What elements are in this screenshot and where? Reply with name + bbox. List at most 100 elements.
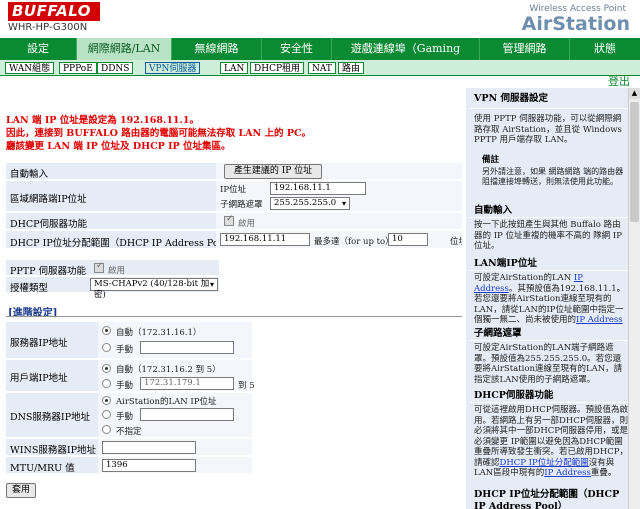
pptp-enable-checkbox[interactable]	[94, 261, 104, 273]
dhcp-range-label: DHCP IP位址分配範圍（DHCP IP Address Pool）	[10, 238, 237, 249]
wins-label: WINS服務器IP地址	[10, 445, 96, 456]
subtab-wan[interactable]: WAN組態	[5, 62, 55, 74]
lan-ip-input[interactable]: 192.168.11.1	[270, 182, 366, 195]
mtu-row: MTU/MRU 值 1396	[6, 457, 252, 474]
client-ip-row: 用戶端IP地址 自動（172.31.16.2 到 5） 手動 172.31.17…	[6, 360, 255, 392]
help-vpn-text: 使用 PPTP 伺服器功能，可以從網際網路存取 AirStation，並且從 W…	[474, 114, 622, 145]
dns-row: DNS服務器IP地址 AirStation的LAN IP位址 手動 不指定	[6, 393, 252, 438]
server-ip-auto-label: 自動（172.31.16.1）	[116, 328, 202, 338]
header: BUFFALO WHR-HP-G300N Wireless Access Poi…	[0, 0, 640, 38]
server-ip-manual-radio[interactable]	[102, 343, 111, 352]
ip-caption: IP位址	[220, 185, 247, 195]
auto-input-label: 自動輸入	[10, 169, 49, 180]
subtab-dhcp-lease[interactable]: DHCP租用	[250, 62, 305, 74]
dhcp-server-row: DHCP伺服器功能 啟用	[6, 213, 462, 230]
server-ip-input[interactable]	[140, 341, 234, 354]
client-ip-label: 用戶端IP地址	[10, 373, 68, 384]
divider	[6, 316, 462, 317]
dhcp-server-label: DHCP伺服器功能	[10, 219, 88, 230]
auth-type-label: 授權類型	[10, 283, 49, 294]
subtab-lan[interactable]: LAN	[220, 62, 249, 74]
client-ip-manual-radio[interactable]	[102, 379, 111, 388]
mtu-label: MTU/MRU 值	[10, 463, 75, 474]
dhcp-start-input[interactable]: 192.168.11.11	[220, 233, 310, 246]
subtab-pppoe[interactable]: PPPoE	[59, 62, 97, 74]
client-ip-input[interactable]: 172.31.179.1	[140, 377, 234, 390]
logout-link[interactable]: 登出	[608, 73, 630, 89]
dhcp-enable-label: 啟用	[238, 219, 256, 229]
help-lanip-text: 可設定AirStation的LAN IP Address。其預設值為192.16…	[474, 273, 626, 325]
help-note-title: 備註	[482, 155, 500, 165]
warning-line: LAN 端 IP 位址是設定為 192.168.11.1。	[6, 115, 199, 126]
help-dhcp-text: 可從這裡啟用DHCP伺服器。預設值為啟用。若網路上有另一部DHCP伺服器，則必須…	[474, 405, 628, 478]
help-note-text: 另外請注意，如果 網路網路 端的路由器阻擋連接埠轉送，則無法使用此功能。	[482, 167, 624, 186]
client-ip-auto-radio[interactable]	[102, 364, 111, 373]
help-lanip-title: LAN端IP位址	[474, 258, 537, 269]
scroll-thumb[interactable]	[630, 102, 639, 222]
tab-status[interactable]: 狀態	[570, 38, 640, 60]
client-ip-auto-label: 自動（172.31.16.2 到 5）	[116, 365, 221, 375]
pptp-label: PPTP 伺服器功能	[10, 266, 87, 277]
dns-label: DNS服務器IP地址	[10, 412, 91, 423]
subtab-routing[interactable]: 路由	[338, 62, 365, 74]
generate-ip-button[interactable]: 產生建議的 IP 位址	[224, 164, 322, 179]
client-ip-manual-label: 手動	[116, 381, 134, 391]
dns-none-radio[interactable]	[102, 425, 111, 434]
warning-line: 因此，連接到 BUFFALO 路由器的電腦可能無法存取 LAN 上的 PC。	[6, 128, 312, 139]
dhcp-pool-link[interactable]: DHCP IP位址分配範圍	[500, 458, 589, 468]
wins-ip-input[interactable]	[102, 441, 196, 454]
help-mask-text: 可設定AirStation的LAN端子網路遮罩。預設值為255.255.255.…	[474, 343, 623, 385]
ip-address-link[interactable]: IP Address	[576, 315, 623, 325]
subtab-ddns[interactable]: DDNS	[97, 62, 134, 74]
divider	[470, 108, 630, 109]
buffalo-logo: BUFFALO	[8, 2, 100, 21]
settings-panel: LAN 端 IP 位址是設定為 192.168.11.1。 因此，連接到 BUF…	[0, 88, 462, 509]
scroll-up-arrow-icon[interactable]: ▲	[629, 88, 640, 99]
server-ip-manual-label: 手動	[116, 345, 134, 355]
divider	[470, 270, 630, 271]
main-nav: 設定 網際網路/LAN 無線網路 安全性 遊戲連線埠（Gaming Ports）…	[0, 38, 640, 77]
warning-message: LAN 端 IP 位址是設定為 192.168.11.1。 因此，連接到 BUF…	[6, 114, 456, 153]
help-dhcp-title: DHCP伺服器功能	[474, 390, 554, 401]
dns-none-label: 不指定	[116, 427, 142, 437]
divider	[470, 402, 630, 403]
help-auto-title: 自動輸入	[474, 205, 513, 216]
tab-security[interactable]: 安全性	[262, 38, 332, 60]
help-vpn-title: VPN 伺服器設定	[474, 93, 549, 104]
dhcp-count-input[interactable]: 10	[388, 233, 428, 246]
pptp-row: PPTP 伺服器功能 啟用	[6, 260, 219, 277]
dhcp-unit: 位址	[450, 237, 462, 247]
mtu-input[interactable]: 1396	[102, 459, 196, 472]
warning-line: 廳該變更 LAN 端 IP 位址及 DHCP IP 位址集區。	[6, 141, 231, 152]
help-auto-text: 按一下此按鈕產生與其他 Buffalo 路由器的 IP 位址重複的機率不高的 隊…	[474, 220, 622, 251]
dhcp-range-row: DHCP IP位址分配範圍（DHCP IP Address Pool） 192.…	[6, 231, 462, 249]
airstation-logo: AirStation	[521, 13, 630, 35]
help-panel: VPN 伺服器設定 使用 PPTP 伺服器功能，可以從網際網路存取 AirSta…	[466, 88, 634, 509]
subtab-nat[interactable]: NAT	[308, 62, 336, 74]
tab-admin[interactable]: 管理網路	[480, 38, 570, 60]
apply-button[interactable]: 套用	[6, 483, 36, 498]
pptp-enable-label: 啟用	[108, 266, 126, 276]
server-ip-auto-radio[interactable]	[102, 326, 111, 335]
lan-ip-label: 區域網路端IP位址	[10, 194, 87, 205]
auth-type-row: 授權類型 MS-CHAPv2 (40/128-bit 加密)	[6, 277, 219, 300]
tab-internet-lan[interactable]: 網際網路/LAN	[77, 38, 172, 60]
dns-lan-label: AirStation的LAN IP位址	[116, 397, 217, 407]
auto-input-row: 自動輸入 產生建議的 IP 位址	[6, 163, 462, 180]
divider	[470, 340, 630, 341]
server-ip-row: 服務器IP地址 自動（172.31.16.1） 手動	[6, 322, 252, 359]
tab-setup[interactable]: 設定	[0, 38, 77, 60]
auth-type-select[interactable]: MS-CHAPv2 (40/128-bit 加密)	[90, 278, 218, 300]
dhcp-upto-caption: 最多達（for up to）	[314, 237, 394, 247]
subtab-vpn-server[interactable]: VPN伺服器	[145, 62, 201, 74]
tab-wireless[interactable]: 無線網路	[172, 38, 262, 60]
subnet-mask-select[interactable]: 255.255.255.0	[270, 197, 350, 210]
help-scrollbar[interactable]: ▲	[628, 88, 640, 509]
server-ip-label: 服務器IP地址	[10, 338, 68, 349]
dns-manual-radio[interactable]	[102, 410, 111, 419]
dns-ip-input[interactable]	[140, 408, 234, 421]
dhcp-server-checkbox[interactable]	[224, 214, 234, 226]
ip-address-link[interactable]: IP Address	[544, 468, 591, 478]
dns-lan-radio[interactable]	[102, 396, 111, 405]
tab-gaming-ports[interactable]: 遊戲連線埠（Gaming Ports）	[332, 38, 480, 77]
